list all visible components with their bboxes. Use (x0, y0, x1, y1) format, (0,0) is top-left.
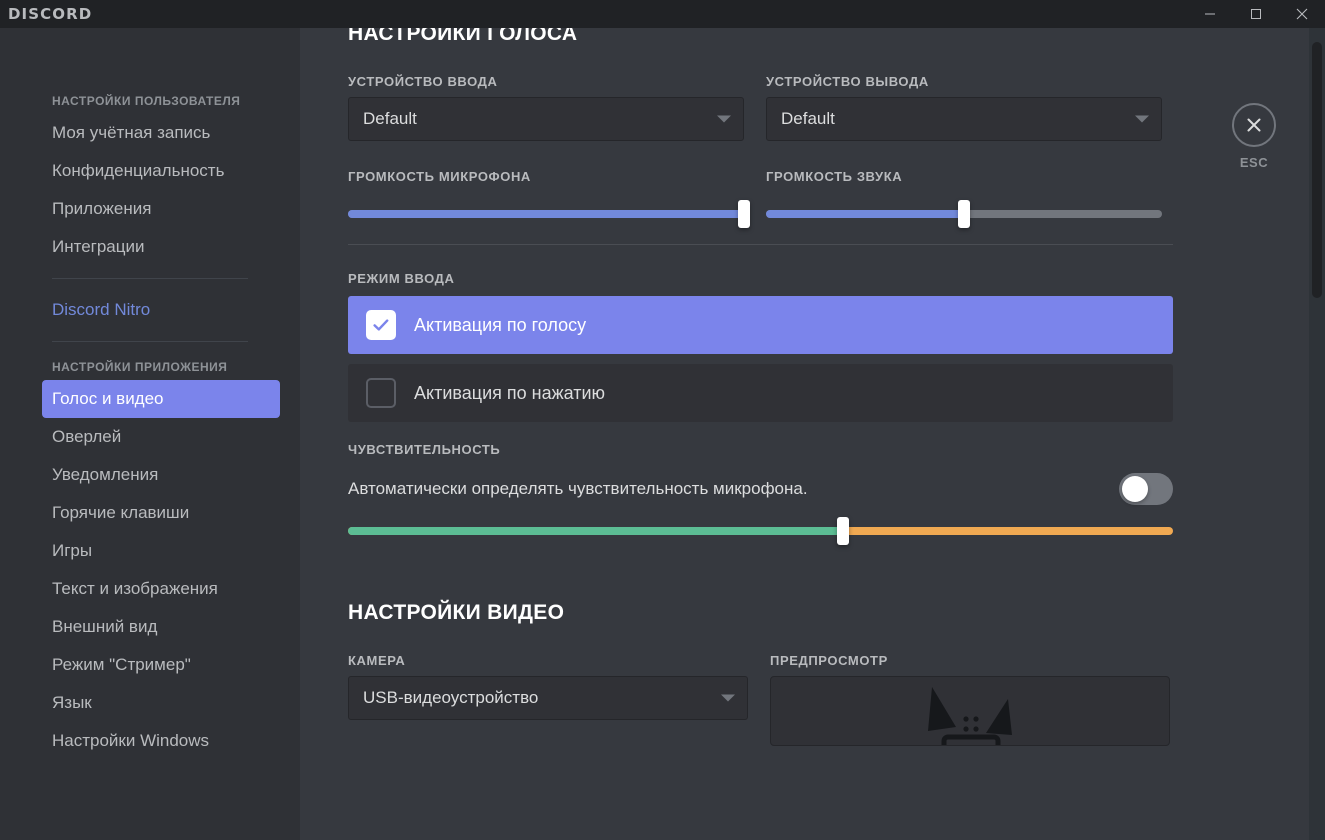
sensitivity-group: ЧУВСТВИТЕЛЬНОСТЬ Автоматически определят… (348, 442, 1305, 545)
camera-select[interactable]: USB-видеоустройство (348, 676, 748, 720)
mic-volume-thumb[interactable] (738, 200, 750, 228)
sidebar-item-windows-settings[interactable]: Настройки Windows (42, 722, 280, 760)
camera-value: USB-видеоустройство (363, 688, 539, 707)
input-device-value: Default (363, 109, 417, 128)
sidebar-item-games[interactable]: Игры (42, 532, 280, 570)
cat-ears-graphic (928, 687, 1012, 745)
minimize-icon (1204, 8, 1216, 20)
volume-slider-row: ГРОМКОСТЬ МИКРОФОНА ГРОМКОСТЬ ЗВУКА (348, 169, 1305, 228)
sidebar-item-my-account[interactable]: Моя учётная запись (42, 114, 280, 152)
camera-preview[interactable] (770, 676, 1170, 746)
input-mode-option-push-to-talk[interactable]: Активация по нажатию (348, 364, 1173, 422)
close-icon[interactable] (1232, 103, 1276, 147)
checkbox-checked-icon[interactable] (366, 310, 396, 340)
sensitivity-label: ЧУВСТВИТЕЛЬНОСТЬ (348, 442, 501, 457)
sidebar-group-user-settings: НАСТРОЙКИ ПОЛЬЗОВАТЕЛЯ (52, 94, 241, 108)
sidebar-divider-1 (52, 278, 248, 279)
preview-group: ПРЕДПРОСМОТР (770, 653, 1170, 746)
sidebar-item-voice-and-video[interactable]: Голос и видео (42, 380, 280, 418)
input-device-group: УСТРОЙСТВО ВВОДА Default (348, 74, 744, 141)
sidebar-item-language[interactable]: Язык (42, 684, 280, 722)
section-divider (348, 244, 1173, 245)
sidebar-item-text-and-images[interactable]: Текст и изображения (42, 570, 280, 608)
minimize-button[interactable] (1187, 0, 1233, 28)
sound-volume-fill (766, 210, 964, 218)
sidebar-group-app-settings: НАСТРОЙКИ ПРИЛОЖЕНИЯ (52, 360, 228, 374)
input-device-label: УСТРОЙСТВО ВВОДА (348, 74, 498, 89)
input-mode-label: РЕЖИМ ВВОДА (348, 271, 455, 286)
input-device-select[interactable]: Default (348, 97, 744, 141)
toggle-knob (1122, 476, 1148, 502)
input-mode-option-voice-activity[interactable]: Активация по голосу (348, 296, 1173, 354)
auto-sensitivity-text: Автоматически определять чувствительност… (348, 479, 808, 498)
input-mode-list: Активация по голосу Активация по нажатию (348, 296, 1305, 422)
chevron-down-icon (717, 115, 731, 123)
sound-volume-slider-row (766, 200, 1162, 228)
output-device-value: Default (781, 109, 835, 128)
mic-volume-group: ГРОМКОСТЬ МИКРОФОНА (348, 169, 750, 228)
sidebar-item-keybinds[interactable]: Горячие клавиши (42, 494, 280, 532)
auto-sensitivity-row: Автоматически определять чувствительност… (348, 473, 1173, 505)
camera-label: КАМЕРА (348, 653, 406, 668)
sidebar-item-appearance[interactable]: Внешний вид (42, 608, 280, 646)
input-mode-option-label: Активация по голосу (414, 314, 587, 335)
preview-label: ПРЕДПРОСМОТР (770, 653, 888, 668)
close-icon (1296, 8, 1308, 20)
sound-volume-thumb[interactable] (958, 200, 970, 228)
video-settings-title: НАСТРОЙКИ ВИДЕО (348, 601, 565, 624)
mic-volume-fill (348, 210, 744, 218)
output-device-select[interactable]: Default (766, 97, 1162, 141)
window-controls (1187, 0, 1325, 28)
mic-volume-slider-row (348, 200, 750, 228)
discord-wordmark: DISCORD (8, 5, 93, 23)
sound-volume-slider[interactable] (766, 200, 1162, 228)
maximize-icon (1250, 8, 1262, 20)
sidebar-divider-2 (52, 341, 248, 342)
mic-volume-label: ГРОМКОСТЬ МИКРОФОНА (348, 169, 531, 184)
device-select-row: УСТРОЙСТВО ВВОДА Default УСТРОЙСТВО ВЫВО… (348, 74, 1305, 141)
sidebar-item-streamer-mode[interactable]: Режим "Стример" (42, 646, 280, 684)
maximize-button[interactable] (1233, 0, 1279, 28)
settings-sidebar[interactable]: НАСТРОЙКИ ПОЛЬЗОВАТЕЛЯ Моя учётная запис… (0, 28, 300, 840)
settings-scroll-area: НАСТРОЙКИ ГОЛОСА УСТРОЙСТВО ВВОДА Defaul… (300, 0, 1305, 840)
scrollbar-thumb[interactable] (1312, 42, 1322, 298)
output-device-group: УСТРОЙСТВО ВЫВОДА Default (766, 74, 1162, 141)
video-row: КАМЕРА USB-видеоустройство ПРЕДПРОСМОТР (348, 653, 1305, 746)
discord-settings-window: DISCORD НАСТРОЙКИ ПОЛЬЗОВАТЕЛЯ Моя учётн… (0, 0, 1325, 840)
close-window-button[interactable] (1279, 0, 1325, 28)
close-settings-button[interactable]: ESC (1218, 103, 1290, 170)
camera-group: КАМЕРА USB-видеоустройство (348, 653, 748, 746)
sensitivity-slider-row (348, 517, 1173, 545)
sensitivity-fill (348, 527, 843, 535)
sidebar-item-overlay[interactable]: Оверлей (42, 418, 280, 456)
input-mode-group: РЕЖИМ ВВОДА Активация по голосу Активаци… (348, 271, 1305, 422)
chevron-down-icon (1135, 115, 1149, 123)
content-scrollbar[interactable] (1309, 28, 1325, 840)
settings-content: НАСТРОЙКИ ГОЛОСА УСТРОЙСТВО ВВОДА Defaul… (300, 0, 1325, 840)
sensitivity-slider[interactable] (348, 517, 1173, 545)
sidebar-item-privacy[interactable]: Конфиденциальность (42, 152, 280, 190)
chevron-down-icon (721, 694, 735, 702)
sidebar-item-integrations[interactable]: Интеграции (42, 228, 280, 266)
input-mode-option-label: Активация по нажатию (414, 382, 606, 403)
sound-volume-label: ГРОМКОСТЬ ЗВУКА (766, 169, 903, 184)
sidebar-item-notifications[interactable]: Уведомления (42, 456, 280, 494)
sensitivity-thumb[interactable] (837, 517, 849, 545)
esc-label: ESC (1239, 155, 1269, 170)
sidebar-item-apps[interactable]: Приложения (42, 190, 280, 228)
titlebar: DISCORD (0, 0, 1325, 28)
checkbox-unchecked-icon[interactable] (366, 378, 396, 408)
sound-volume-group: ГРОМКОСТЬ ЗВУКА (766, 169, 1162, 228)
output-device-label: УСТРОЙСТВО ВЫВОДА (766, 74, 929, 89)
mic-volume-slider[interactable] (348, 200, 750, 228)
auto-sensitivity-toggle[interactable] (1119, 473, 1173, 505)
sidebar-item-discord-nitro[interactable]: Discord Nitro (42, 291, 280, 329)
